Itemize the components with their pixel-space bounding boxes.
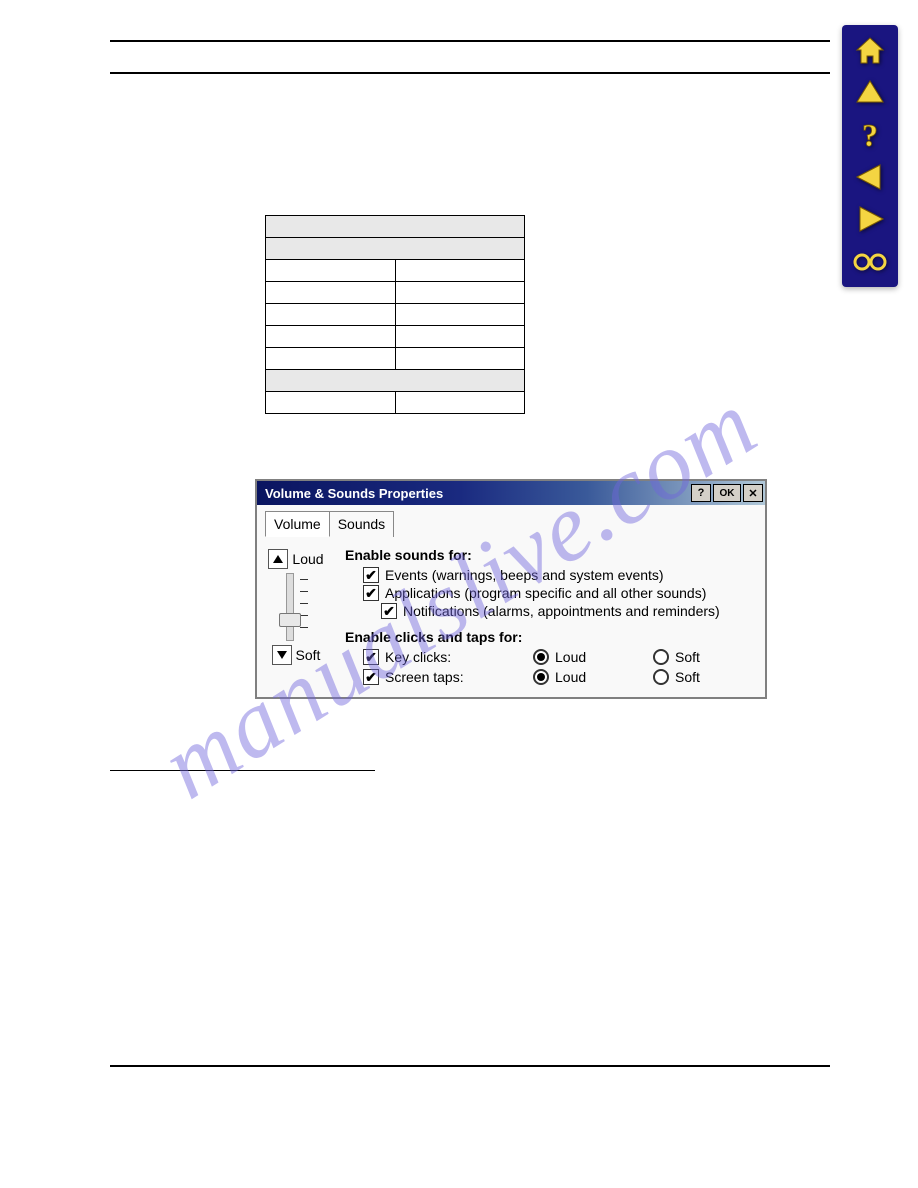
table-cell <box>266 304 396 326</box>
nav-prev-button[interactable] <box>848 159 892 195</box>
arrow-up-icon <box>853 78 887 108</box>
page-content <box>110 40 830 74</box>
radio-keyclicks-soft-label: Soft <box>675 649 700 665</box>
triangle-down-icon <box>276 650 288 660</box>
checkbox-events-label: Events (warnings, beeps and system event… <box>385 567 664 583</box>
dialog-titlebar: Volume & Sounds Properties ? OK ✕ <box>257 481 765 505</box>
checkbox-notifications[interactable]: ✔ <box>381 603 397 619</box>
dialog-title: Volume & Sounds Properties <box>265 486 691 501</box>
volume-slider[interactable] <box>276 573 316 641</box>
table-cell <box>395 260 525 282</box>
table-cell <box>266 260 396 282</box>
volume-loud-label: Loud <box>292 551 323 567</box>
dialog-ok-button[interactable]: OK <box>713 484 741 502</box>
table-cell <box>266 326 396 348</box>
side-nav: ? <box>842 25 898 287</box>
checkbox-notifications-label: Notifications (alarms, appointments and … <box>403 603 720 619</box>
table-header-row <box>266 216 525 238</box>
reference-table <box>265 215 525 414</box>
table-cell <box>395 392 525 414</box>
table-cell <box>395 326 525 348</box>
radio-screentaps-loud-label: Loud <box>555 669 586 685</box>
radio-keyclicks-soft[interactable] <box>653 649 669 665</box>
nav-help-button[interactable]: ? <box>848 117 892 153</box>
nav-next-button[interactable] <box>848 201 892 237</box>
radio-screentaps-loud[interactable] <box>533 669 549 685</box>
checkbox-applications[interactable]: ✔ <box>363 585 379 601</box>
rule-top-1 <box>110 40 830 42</box>
enable-sounds-header: Enable sounds for: <box>345 547 757 563</box>
rule-bottom <box>110 1065 830 1067</box>
glasses-icon <box>852 250 888 272</box>
checkbox-key-clicks[interactable]: ✔ <box>363 649 379 665</box>
arrow-right-icon <box>853 204 887 234</box>
table-cell <box>266 282 396 304</box>
nav-home-button[interactable] <box>848 33 892 69</box>
table-cell <box>395 348 525 370</box>
table-cell <box>395 304 525 326</box>
screen-taps-label: Screen taps: <box>385 669 464 685</box>
nav-glasses-button[interactable] <box>848 243 892 279</box>
radio-keyclicks-loud[interactable] <box>533 649 549 665</box>
tab-volume[interactable]: Volume <box>265 511 330 537</box>
radio-screentaps-soft[interactable] <box>653 669 669 685</box>
table-section-row <box>266 370 525 392</box>
volume-slider-thumb[interactable] <box>279 613 301 627</box>
nav-up-button[interactable] <box>848 75 892 111</box>
question-icon: ? <box>855 118 885 152</box>
checkbox-applications-label: Applications (program specific and all o… <box>385 585 706 601</box>
dialog-help-button[interactable]: ? <box>691 484 711 502</box>
triangle-up-icon <box>272 554 284 564</box>
volume-slider-column: Loud Soft <box>265 547 327 685</box>
svg-text:?: ? <box>862 118 878 152</box>
table-cell <box>266 392 396 414</box>
table-cell <box>395 282 525 304</box>
checkbox-events[interactable]: ✔ <box>363 567 379 583</box>
dialog-tabs: Volume Sounds <box>265 511 757 537</box>
arrow-left-icon <box>853 162 887 192</box>
volume-sounds-dialog: Volume & Sounds Properties ? OK ✕ Volume… <box>255 479 767 699</box>
radio-screentaps-soft-label: Soft <box>675 669 700 685</box>
volume-soft-label: Soft <box>296 647 321 663</box>
home-icon <box>853 36 887 66</box>
table-subheader-row <box>266 238 525 260</box>
enable-clicks-header: Enable clicks and taps for: <box>345 629 757 645</box>
tab-sounds[interactable]: Sounds <box>330 511 394 537</box>
volume-up-button[interactable] <box>268 549 288 569</box>
section-underline <box>110 770 375 771</box>
dialog-close-button[interactable]: ✕ <box>743 484 763 502</box>
table-cell <box>266 348 396 370</box>
checkbox-screen-taps[interactable]: ✔ <box>363 669 379 685</box>
rule-top-2 <box>110 72 830 74</box>
radio-keyclicks-loud-label: Loud <box>555 649 586 665</box>
volume-down-button[interactable] <box>272 645 292 665</box>
key-clicks-label: Key clicks: <box>385 649 451 665</box>
